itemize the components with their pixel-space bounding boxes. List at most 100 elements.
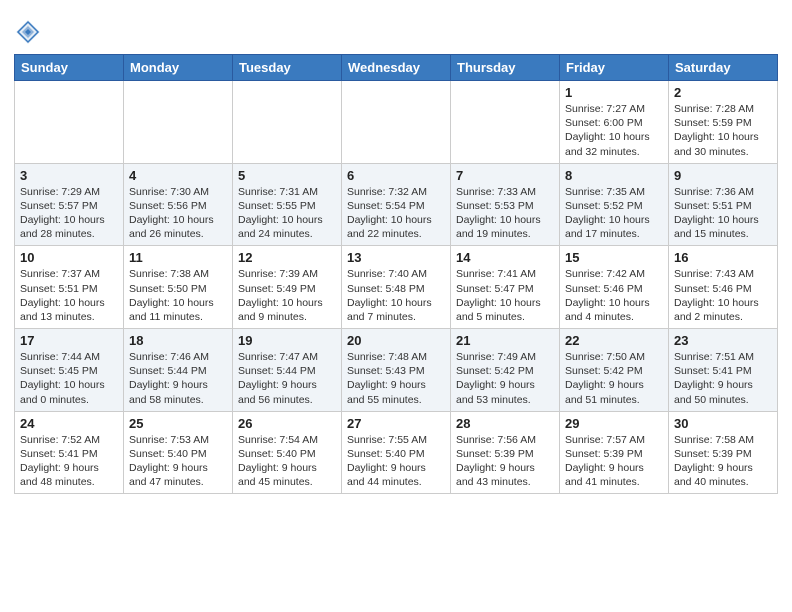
day-info: Sunrise: 7:54 AMSunset: 5:40 PMDaylight:… [238, 433, 336, 490]
calendar-cell: 27 Sunrise: 7:55 AMSunset: 5:40 PMDayligh… [342, 411, 451, 494]
calendar-cell: 26 Sunrise: 7:54 AMSunset: 5:40 PMDayligh… [233, 411, 342, 494]
day-number: 16 [674, 250, 772, 265]
day-number: 19 [238, 333, 336, 348]
day-number: 12 [238, 250, 336, 265]
day-info: Sunrise: 7:37 AMSunset: 5:51 PMDaylight:… [20, 267, 118, 324]
day-number: 26 [238, 416, 336, 431]
day-number: 6 [347, 168, 445, 183]
day-number: 13 [347, 250, 445, 265]
day-number: 15 [565, 250, 663, 265]
col-friday: Friday [560, 55, 669, 81]
calendar-cell: 4 Sunrise: 7:30 AMSunset: 5:56 PMDaylight… [124, 163, 233, 246]
day-info: Sunrise: 7:32 AMSunset: 5:54 PMDaylight:… [347, 185, 445, 242]
day-info: Sunrise: 7:56 AMSunset: 5:39 PMDaylight:… [456, 433, 554, 490]
calendar-cell: 12 Sunrise: 7:39 AMSunset: 5:49 PMDayligh… [233, 246, 342, 329]
calendar-week-row: 17Sunrise: 7:44 AMSunset: 5:45 PMDayligh… [15, 329, 778, 412]
day-number: 2 [674, 85, 772, 100]
calendar-cell: 14 Sunrise: 7:41 AMSunset: 5:47 PMDayligh… [451, 246, 560, 329]
day-info: Sunrise: 7:57 AMSunset: 5:39 PMDaylight:… [565, 433, 663, 490]
day-info: Sunrise: 7:42 AMSunset: 5:46 PMDaylight:… [565, 267, 663, 324]
col-thursday: Thursday [451, 55, 560, 81]
calendar-cell: 5Sunrise: 7:31 AMSunset: 5:55 PMDaylight… [233, 163, 342, 246]
day-number: 11 [129, 250, 227, 265]
calendar-cell: 25 Sunrise: 7:53 AMSunset: 5:40 PMDayligh… [124, 411, 233, 494]
day-info: Sunrise: 7:46 AMSunset: 5:44 PMDaylight:… [129, 350, 227, 407]
calendar-cell [124, 81, 233, 164]
col-saturday: Saturday [669, 55, 778, 81]
day-number: 20 [347, 333, 445, 348]
calendar-table: Sunday Monday Tuesday Wednesday Thursday… [14, 54, 778, 494]
calendar-week-row: 10 Sunrise: 7:37 AMSunset: 5:51 PMDayligh… [15, 246, 778, 329]
day-info: Sunrise: 7:39 AMSunset: 5:49 PMDaylight:… [238, 267, 336, 324]
calendar-cell: 20 Sunrise: 7:48 AMSunset: 5:43 PMDayligh… [342, 329, 451, 412]
day-number: 8 [565, 168, 663, 183]
day-number: 29 [565, 416, 663, 431]
day-number: 27 [347, 416, 445, 431]
day-info: Sunrise: 7:50 AMSunset: 5:42 PMDaylight:… [565, 350, 663, 407]
calendar-cell: 7 Sunrise: 7:33 AMSunset: 5:53 PMDaylight… [451, 163, 560, 246]
calendar-header-row: Sunday Monday Tuesday Wednesday Thursday… [15, 55, 778, 81]
day-number: 1 [565, 85, 663, 100]
day-info: Sunrise: 7:33 AMSunset: 5:53 PMDaylight:… [456, 185, 554, 242]
calendar-cell: 19 Sunrise: 7:47 AMSunset: 5:44 PMDayligh… [233, 329, 342, 412]
day-number: 30 [674, 416, 772, 431]
logo-icon [14, 18, 42, 46]
calendar-cell [451, 81, 560, 164]
day-info: Sunrise: 7:53 AMSunset: 5:40 PMDaylight:… [129, 433, 227, 490]
col-wednesday: Wednesday [342, 55, 451, 81]
calendar-cell: 1 Sunrise: 7:27 AMSunset: 6:00 PMDaylight… [560, 81, 669, 164]
calendar-cell [15, 81, 124, 164]
calendar-cell: 30 Sunrise: 7:58 AMSunset: 5:39 PMDayligh… [669, 411, 778, 494]
day-info: Sunrise: 7:48 AMSunset: 5:43 PMDaylight:… [347, 350, 445, 407]
calendar-cell: 13Sunrise: 7:40 AMSunset: 5:48 PMDayligh… [342, 246, 451, 329]
day-info: Sunrise: 7:47 AMSunset: 5:44 PMDaylight:… [238, 350, 336, 407]
day-info: Sunrise: 7:38 AMSunset: 5:50 PMDaylight:… [129, 267, 227, 324]
calendar-cell: 22 Sunrise: 7:50 AMSunset: 5:42 PMDayligh… [560, 329, 669, 412]
calendar-cell: 23 Sunrise: 7:51 AMSunset: 5:41 PMDayligh… [669, 329, 778, 412]
calendar-cell: 9Sunrise: 7:36 AMSunset: 5:51 PMDaylight… [669, 163, 778, 246]
day-number: 21 [456, 333, 554, 348]
day-info: Sunrise: 7:29 AMSunset: 5:57 PMDaylight:… [20, 185, 118, 242]
day-number: 22 [565, 333, 663, 348]
header [14, 10, 778, 46]
calendar-week-row: 24 Sunrise: 7:52 AMSunset: 5:41 PMDayligh… [15, 411, 778, 494]
day-info: Sunrise: 7:27 AMSunset: 6:00 PMDaylight:… [565, 102, 663, 159]
day-info: Sunrise: 7:51 AMSunset: 5:41 PMDaylight:… [674, 350, 772, 407]
calendar-cell: 8 Sunrise: 7:35 AMSunset: 5:52 PMDaylight… [560, 163, 669, 246]
day-number: 23 [674, 333, 772, 348]
calendar-cell: 11 Sunrise: 7:38 AMSunset: 5:50 PMDayligh… [124, 246, 233, 329]
calendar-cell: 21 Sunrise: 7:49 AMSunset: 5:42 PMDayligh… [451, 329, 560, 412]
day-number: 25 [129, 416, 227, 431]
day-info: Sunrise: 7:43 AMSunset: 5:46 PMDaylight:… [674, 267, 772, 324]
col-tuesday: Tuesday [233, 55, 342, 81]
calendar-cell: 6 Sunrise: 7:32 AMSunset: 5:54 PMDaylight… [342, 163, 451, 246]
day-number: 24 [20, 416, 118, 431]
day-info: Sunrise: 7:28 AMSunset: 5:59 PMDaylight:… [674, 102, 772, 159]
calendar-week-row: 3 Sunrise: 7:29 AMSunset: 5:57 PMDaylight… [15, 163, 778, 246]
calendar-cell: 24 Sunrise: 7:52 AMSunset: 5:41 PMDayligh… [15, 411, 124, 494]
day-info: Sunrise: 7:58 AMSunset: 5:39 PMDaylight:… [674, 433, 772, 490]
logo [14, 16, 46, 46]
day-info: Sunrise: 7:41 AMSunset: 5:47 PMDaylight:… [456, 267, 554, 324]
day-info: Sunrise: 7:30 AMSunset: 5:56 PMDaylight:… [129, 185, 227, 242]
page: Sunday Monday Tuesday Wednesday Thursday… [0, 0, 792, 508]
calendar-cell [233, 81, 342, 164]
day-number: 3 [20, 168, 118, 183]
day-number: 17 [20, 333, 118, 348]
day-info: Sunrise: 7:49 AMSunset: 5:42 PMDaylight:… [456, 350, 554, 407]
day-number: 14 [456, 250, 554, 265]
calendar-cell: 18Sunrise: 7:46 AMSunset: 5:44 PMDayligh… [124, 329, 233, 412]
col-monday: Monday [124, 55, 233, 81]
col-sunday: Sunday [15, 55, 124, 81]
calendar-cell: 10 Sunrise: 7:37 AMSunset: 5:51 PMDayligh… [15, 246, 124, 329]
day-info: Sunrise: 7:52 AMSunset: 5:41 PMDaylight:… [20, 433, 118, 490]
day-number: 10 [20, 250, 118, 265]
calendar-cell: 17Sunrise: 7:44 AMSunset: 5:45 PMDayligh… [15, 329, 124, 412]
day-info: Sunrise: 7:35 AMSunset: 5:52 PMDaylight:… [565, 185, 663, 242]
day-info: Sunrise: 7:36 AMSunset: 5:51 PMDaylight:… [674, 185, 772, 242]
calendar-cell: 16 Sunrise: 7:43 AMSunset: 5:46 PMDayligh… [669, 246, 778, 329]
calendar-week-row: 1 Sunrise: 7:27 AMSunset: 6:00 PMDaylight… [15, 81, 778, 164]
day-info: Sunrise: 7:55 AMSunset: 5:40 PMDaylight:… [347, 433, 445, 490]
day-number: 7 [456, 168, 554, 183]
day-number: 4 [129, 168, 227, 183]
